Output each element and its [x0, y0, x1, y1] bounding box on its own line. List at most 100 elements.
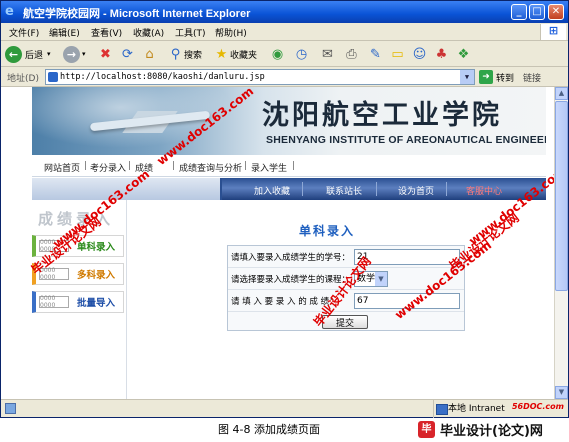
close-button[interactable]: ✕ — [548, 4, 564, 20]
nav-home[interactable]: 网站首页 — [44, 161, 80, 174]
nav-score-entry[interactable]: 考分录入 — [90, 161, 126, 174]
maximize-button[interactable]: □ — [529, 4, 545, 20]
history-button[interactable]: ◷ — [293, 44, 310, 64]
window-title: 航空学院校园网 - Microsoft Internet Explorer — [23, 8, 251, 20]
brand-watermark: 56DOC.com — [511, 402, 564, 411]
sidebar-item-label: 批量导入 — [77, 298, 116, 309]
messenger-icon: ☺ — [412, 46, 427, 62]
menu-bar: 文件(F) 编辑(E) 查看(V) 收藏(A) 工具(T) 帮助(H) ⊞ — [1, 23, 568, 41]
forward-arrow-icon: → — [63, 45, 80, 63]
go-label: 转到 — [496, 73, 515, 84]
course-select[interactable]: 数学 ▼ — [354, 271, 388, 287]
status-bar: 本地 Intranet 56DOC.com — [1, 399, 568, 418]
edit-icon: ✎ — [370, 46, 381, 62]
form-title: 单科录入 — [299, 224, 356, 238]
address-bar: 地址(D) http://localhost:8080/kaoshi/danlu… — [1, 67, 568, 87]
chevron-down-icon: ▾ — [82, 50, 86, 58]
score-input[interactable] — [354, 293, 460, 309]
stop-button[interactable]: ✖ — [97, 44, 114, 64]
menu-tools[interactable]: 工具(T) — [175, 26, 206, 39]
score-label: 请 填 入 要 录 入 的 成 绩： — [231, 297, 338, 307]
search-icon: ⚲ — [170, 46, 181, 62]
stop-icon: ✖ — [100, 46, 111, 62]
media-button[interactable]: ◉ — [269, 44, 286, 64]
title-bar: e 航空学院校园网 - Microsoft Internet Explorer … — [1, 1, 568, 23]
sidebar-item-label: 多科录入 — [77, 270, 116, 281]
refresh-icon: ⟳ — [122, 46, 133, 62]
divider — [302, 182, 303, 196]
security-zone: 本地 Intranet — [433, 400, 505, 418]
bookmark-button[interactable]: ❖ — [455, 44, 472, 64]
service-center-link[interactable]: 客服中心 — [466, 184, 502, 197]
bookmark-icon: ❖ — [457, 46, 470, 62]
nav-add-student[interactable]: 录入学生 — [251, 161, 287, 174]
add-favorite-link[interactable]: 加入收藏 — [254, 184, 290, 197]
refresh-button[interactable]: ⟳ — [119, 44, 136, 64]
sidebar-item-batch-import[interactable]: 0000 0000 批量导入 — [32, 291, 124, 313]
mail-button[interactable]: ✉ — [319, 44, 336, 64]
chevron-down-icon[interactable]: ▼ — [460, 70, 474, 84]
favorites-button[interactable]: ★ 收藏夹 — [213, 44, 257, 64]
site-banner: 沈阳航空工业学院 SHENYANG INSTITUTE OF AREONAUTI… — [32, 87, 546, 155]
ie-logo-icon: e — [5, 4, 14, 19]
nav-separator: | — [84, 161, 88, 171]
sidebar-item-multi-entry[interactable]: 0000 0000 多科录入 — [32, 263, 124, 285]
media-icon: ◉ — [271, 46, 284, 62]
search-label: 搜索 — [184, 50, 203, 61]
sidebar-header: 成绩录入 — [38, 210, 115, 228]
vertical-scrollbar[interactable]: ▲ ▼ — [554, 87, 568, 399]
page-status-icon — [5, 403, 16, 414]
address-input[interactable]: http://localhost:8080/kaoshi/danluru.jsp… — [45, 69, 475, 85]
scroll-up-icon[interactable]: ▲ — [555, 87, 568, 100]
toolbar: ← 后退 ▾ → ▾ ✖ ⟳ ⌂ ⚲ 搜索 ★ 收藏夹 ◉ ◷ ✉ ⎙ ✎ ▭ … — [1, 41, 568, 67]
menu-favorites[interactable]: 收藏(A) — [133, 26, 164, 39]
nav-separator: | — [172, 161, 176, 171]
menu-help[interactable]: 帮助(H) — [215, 26, 247, 39]
menu-view[interactable]: 查看(V) — [91, 26, 122, 39]
folder-button[interactable]: ▭ — [389, 44, 406, 64]
sidebar-item-tag: 0000 0000 — [39, 267, 69, 281]
sidebar-item-label: 单科录入 — [77, 242, 116, 253]
research-icon: ♣ — [435, 46, 448, 62]
score-row: 请 填 入 要 录 入 的 成 绩： — [228, 290, 464, 312]
go-arrow-icon: ➜ — [479, 70, 493, 84]
student-id-row: 请填入要录入成绩学生的学号： — [228, 246, 464, 268]
windows-logo-icon: ⊞ — [540, 24, 566, 40]
links-button[interactable]: 链接 — [523, 71, 541, 84]
go-button[interactable]: ➜ 转到 — [479, 69, 514, 85]
mail-icon: ✉ — [322, 46, 333, 62]
edit-button[interactable]: ✎ — [367, 44, 384, 64]
course-label: 请选择要录入成绩学生的课程： — [231, 275, 351, 285]
chevron-down-icon: ▾ — [47, 50, 51, 58]
set-homepage-link[interactable]: 设为首页 — [398, 184, 434, 197]
figure-caption: 图 4-8 添加成绩页面 — [218, 423, 320, 436]
messenger-button[interactable]: ☺ — [411, 44, 428, 64]
history-icon: ◷ — [295, 46, 308, 62]
menu-edit[interactable]: 编辑(E) — [49, 26, 80, 39]
home-button[interactable]: ⌂ — [141, 44, 158, 64]
search-button[interactable]: ⚲ 搜索 — [167, 44, 202, 64]
scroll-thumb[interactable] — [555, 101, 568, 291]
research-button[interactable]: ♣ — [433, 44, 450, 64]
student-id-input[interactable] — [354, 249, 460, 265]
student-id-label: 请填入要录入成绩学生的学号： — [231, 253, 351, 263]
footer-logo: 毕 毕业设计(论文)网 — [418, 419, 543, 439]
print-button[interactable]: ⎙ — [343, 44, 360, 64]
page-icon — [48, 72, 58, 82]
minimize-button[interactable]: _ — [511, 4, 527, 20]
forward-button[interactable]: → ▾ — [63, 44, 86, 64]
contact-admin-link[interactable]: 联系站长 — [326, 184, 362, 197]
scroll-down-icon[interactable]: ▼ — [555, 386, 568, 399]
back-button[interactable]: ← 后退 ▾ — [5, 44, 51, 64]
site-title-zh: 沈阳航空工业学院 — [262, 100, 502, 131]
quick-links-bar: 加入收藏 联系站长 设为首页 客服中心 — [32, 178, 546, 200]
menu-file[interactable]: 文件(F) — [9, 26, 39, 39]
nav-separator: | — [244, 161, 248, 171]
sidebar: 成绩录入 0000 0000 单科录入 0000 0000 多科录入 0000 … — [32, 200, 127, 399]
nav-score-query[interactable]: 成绩查询与分析 — [179, 161, 242, 174]
submit-button[interactable]: 提交 — [322, 315, 368, 329]
nav-scores[interactable]: 成绩 — [135, 161, 153, 174]
print-icon: ⎙ — [346, 46, 357, 62]
sidebar-item-single-entry[interactable]: 0000 0000 单科录入 — [32, 235, 124, 257]
course-row: 请选择要录入成绩学生的课程： 数学 ▼ — [228, 268, 464, 290]
